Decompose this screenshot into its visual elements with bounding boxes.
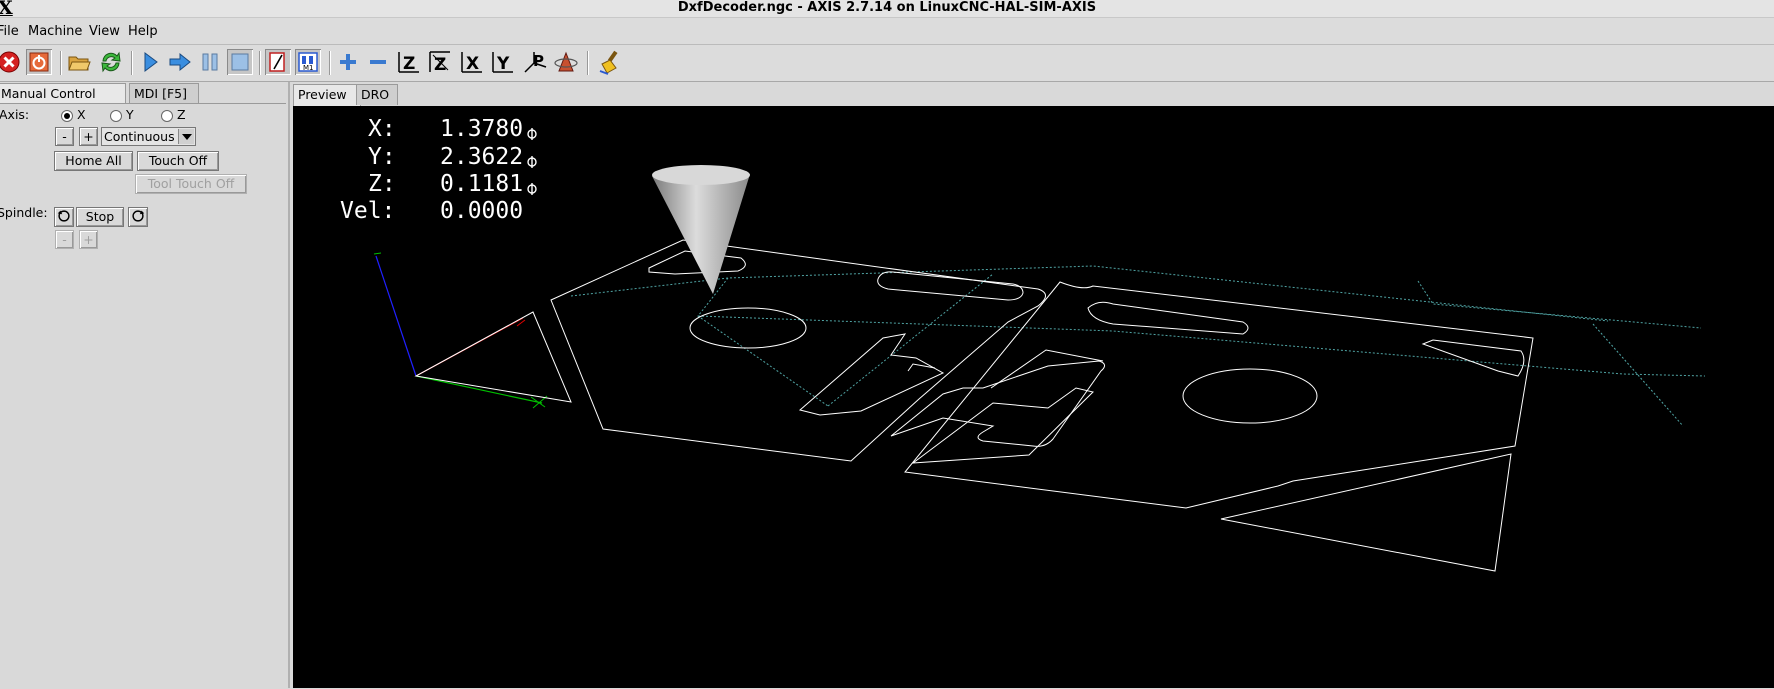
estop-icon[interactable] <box>0 49 22 75</box>
clear-plot-icon[interactable] <box>598 49 624 75</box>
view-x-icon[interactable]: X <box>459 49 485 75</box>
tool-touch-off-button[interactable]: Tool Touch Off <box>135 174 247 194</box>
homed-y-icon <box>527 156 537 168</box>
tool-cone <box>652 165 750 294</box>
home-all-button[interactable]: Home All <box>54 151 133 171</box>
dro-x-label: X: <box>368 116 396 142</box>
dro-z-label: Z: <box>368 171 396 197</box>
svg-text:X: X <box>466 54 479 74</box>
dro-y-value: 2.3622 <box>440 144 524 170</box>
toolpath-lines <box>414 239 1534 572</box>
dro-vel-value: 0.0000 <box>440 198 524 224</box>
axis-label: Axis: <box>0 107 30 122</box>
x-axis-line <box>415 375 543 404</box>
toolbar-separator <box>259 51 261 75</box>
view-p-icon[interactable]: P <box>522 49 548 75</box>
menu-file[interactable]: File <box>0 24 19 39</box>
tab-dro[interactable]: DRO <box>356 84 398 105</box>
menu-bar: File Machine View Help <box>0 18 1774 45</box>
svg-text:M1: M1 <box>303 64 314 72</box>
title-bar: X DxfDecoder.ngc - AXIS 2.7.14 on LinuxC… <box>0 0 1774 19</box>
rotate-view-icon[interactable] <box>553 49 579 75</box>
spindle-plus-button[interactable]: + <box>79 230 98 249</box>
axis-indicator <box>373 252 548 409</box>
toolbar-separator <box>131 51 133 75</box>
step-icon[interactable] <box>167 49 193 75</box>
view-y-icon[interactable]: Y <box>490 49 516 75</box>
axis-y-radio[interactable] <box>110 110 122 122</box>
svg-text:Y: Y <box>496 54 510 74</box>
toolbar-separator <box>60 51 62 75</box>
dro-x-value: 1.3780 <box>440 116 524 142</box>
chevron-down-icon <box>178 129 194 144</box>
dro-y-label: Y: <box>368 144 396 170</box>
jog-plus-button[interactable]: + <box>79 127 98 146</box>
jog-mode-value: Continuous <box>104 129 175 144</box>
preview-panel: Preview DRO X: 1.3780 Y: 2.3622 Z: 0.118… <box>290 82 1774 688</box>
run-icon[interactable] <box>137 49 163 75</box>
toolbar: M1 Z Z X Y P <box>0 45 1774 82</box>
svg-text:Z: Z <box>403 54 415 74</box>
reload-icon[interactable] <box>98 49 124 75</box>
jog-minus-button[interactable]: - <box>55 127 74 146</box>
window-title: DxfDecoder.ngc - AXIS 2.7.14 on LinuxCNC… <box>677 0 1097 15</box>
z-axis-line <box>375 255 417 377</box>
spindle-reverse-icon[interactable] <box>54 207 74 227</box>
menu-machine[interactable]: Machine <box>28 24 82 39</box>
axis-x-label: X <box>77 107 86 122</box>
rapid-moves <box>570 265 1706 427</box>
optional-stop-icon[interactable]: M1 <box>295 49 321 75</box>
pause-icon[interactable] <box>197 49 223 75</box>
tab-mdi[interactable]: MDI [F5] <box>129 83 199 104</box>
axis-y-label: Y <box>126 107 134 122</box>
manual-control-body: Axis: X Y Z - + Continuous Home All Touc… <box>0 103 286 689</box>
touch-off-button[interactable]: Touch Off <box>137 151 219 171</box>
svg-text:P: P <box>533 52 544 70</box>
axis-z-label: Z <box>177 107 186 122</box>
axis-x-radio[interactable] <box>61 110 73 122</box>
spindle-forward-icon[interactable] <box>128 207 148 227</box>
jog-mode-select[interactable]: Continuous <box>101 127 196 146</box>
power-icon[interactable] <box>26 49 52 75</box>
view-z-icon[interactable]: Z <box>396 49 422 75</box>
spindle-stop-button[interactable]: Stop <box>76 207 124 227</box>
toolbar-separator <box>329 51 331 75</box>
open-file-icon[interactable] <box>66 49 92 75</box>
homed-x-icon <box>527 128 537 140</box>
menu-help[interactable]: Help <box>128 24 158 39</box>
spindle-label: Spindle: <box>0 205 48 220</box>
manual-control-panel: Manual Control [F3] MDI [F5] Axis: X Y Z… <box>0 82 290 689</box>
homed-z-icon <box>527 183 537 195</box>
tab-manual-control[interactable]: Manual Control [F3] <box>0 83 126 121</box>
axis-z-radio[interactable] <box>161 110 173 122</box>
x-axis-marker <box>373 252 548 409</box>
toolpath-preview[interactable]: X: 1.3780 Y: 2.3622 Z: 0.1181 Vel: 0.000… <box>293 106 1774 688</box>
menu-view[interactable]: View <box>89 24 120 39</box>
toolbar-separator <box>587 51 589 75</box>
view-z2-icon[interactable]: Z <box>427 49 453 75</box>
dro-vel-label: Vel: <box>340 198 396 224</box>
stop-icon[interactable] <box>227 49 253 75</box>
spindle-minus-button[interactable]: - <box>55 230 74 249</box>
tab-preview[interactable]: Preview <box>293 84 361 106</box>
dro-z-value: 0.1181 <box>440 171 524 197</box>
zoom-in-icon[interactable] <box>335 49 361 75</box>
zoom-out-icon[interactable] <box>365 49 391 75</box>
block-delete-icon[interactable] <box>265 49 291 75</box>
